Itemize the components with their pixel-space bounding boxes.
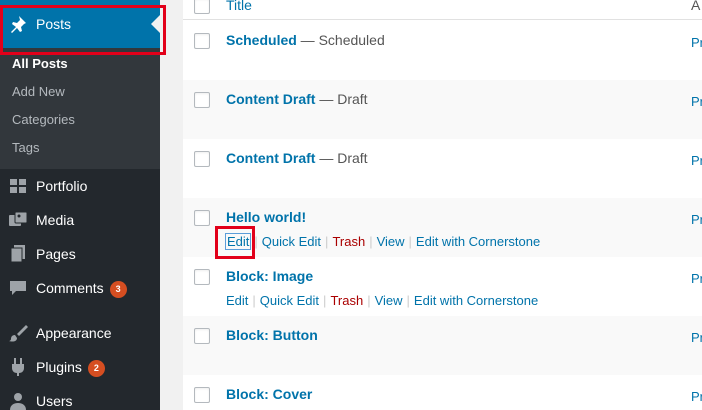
trash-link[interactable]: Trash: [332, 234, 365, 249]
submenu-all-posts[interactable]: All Posts: [12, 56, 68, 71]
post-title: Content Draft — Draft: [226, 91, 368, 107]
plugin-icon: [12, 358, 24, 376]
action-separator: |: [323, 293, 327, 308]
menu-users[interactable]: Users: [0, 384, 160, 410]
comments-count-badge: 3: [109, 281, 127, 298]
submenu-categories[interactable]: Categories: [12, 112, 75, 127]
post-author[interactable]: Pr: [691, 153, 702, 168]
comment-bubble-icon: [10, 281, 26, 295]
menu-comments-label: Comments 3: [36, 279, 127, 298]
table-row: Content Draft — Draft Pr: [183, 139, 702, 198]
action-separator: |: [325, 234, 329, 249]
table-row: Block: Button Pr: [183, 316, 702, 375]
posts-list-table: Title A Scheduled — Scheduled Pr Content…: [183, 0, 702, 410]
admin-sidebar: Posts All Posts Add New Categories Tags …: [0, 0, 160, 410]
row-checkbox[interactable]: [194, 269, 210, 285]
menu-pages[interactable]: Pages: [0, 237, 160, 271]
menu-portfolio[interactable]: Portfolio: [0, 169, 160, 203]
menu-comments[interactable]: Comments 3: [0, 271, 160, 305]
post-author[interactable]: Pr: [691, 330, 702, 345]
portfolio-icon: [10, 179, 26, 193]
post-author[interactable]: Pr: [691, 271, 702, 286]
post-author[interactable]: Pr: [691, 94, 702, 109]
table-row: Block: Cover Pr: [183, 375, 702, 410]
row-actions: Edit | Quick Edit | Trash | View | Edit with Cor…: [224, 233, 540, 250]
edit-with-cornerstone-link[interactable]: Edit with Cornerstone: [416, 234, 540, 249]
post-author[interactable]: Pr: [691, 212, 702, 227]
menu-posts-label: Posts: [36, 16, 72, 32]
action-separator: |: [367, 293, 371, 308]
menu-plugins-text: Plugins: [36, 359, 82, 375]
post-title: Block: Button: [226, 327, 318, 343]
pages-icon: [10, 245, 25, 263]
post-title: Block: Cover: [226, 386, 312, 402]
column-author-header[interactable]: A: [691, 0, 700, 13]
menu-posts[interactable]: Posts: [0, 0, 160, 48]
post-title: Hello world!: [226, 209, 306, 225]
menu-users-label: Users: [36, 393, 73, 409]
menu-media-label: Media: [36, 212, 75, 228]
submenu-add-new[interactable]: Add New: [12, 84, 65, 99]
posts-submenu: All Posts Add New Categories Tags: [0, 48, 160, 169]
menu-media[interactable]: Media: [0, 203, 160, 237]
select-all-checkbox[interactable]: [194, 0, 210, 14]
media-icon: [9, 211, 28, 226]
table-header: Title A: [183, 0, 702, 20]
pushpin-icon: [11, 16, 26, 33]
table-row: Scheduled — Scheduled Pr: [183, 21, 702, 80]
row-checkbox[interactable]: [194, 151, 210, 167]
menu-plugins[interactable]: Plugins 2: [0, 350, 160, 384]
current-menu-arrow: [151, 15, 160, 33]
quick-edit-link[interactable]: Quick Edit: [262, 234, 321, 249]
post-title-link[interactable]: Content Draft: [226, 150, 315, 166]
post-title-link[interactable]: Block: Button: [226, 327, 318, 343]
post-author[interactable]: Pr: [691, 389, 702, 404]
row-actions: Edit | Quick Edit | Trash | View | Edit with Cor…: [226, 293, 538, 308]
menu-appearance-label: Appearance: [36, 325, 112, 341]
row-checkbox[interactable]: [194, 210, 210, 226]
post-title: Scheduled — Scheduled: [226, 32, 385, 48]
menu-pages-label: Pages: [36, 246, 76, 262]
plugins-update-badge: 2: [87, 360, 105, 377]
edit-link[interactable]: Edit: [224, 233, 252, 250]
row-checkbox[interactable]: [194, 328, 210, 344]
table-row: Content Draft — Draft Pr: [183, 80, 702, 139]
view-link[interactable]: View: [377, 234, 405, 249]
column-title-header[interactable]: Title: [226, 0, 252, 13]
edit-with-cornerstone-link[interactable]: Edit with Cornerstone: [414, 293, 538, 308]
users-icon: [10, 393, 26, 410]
row-checkbox[interactable]: [194, 387, 210, 403]
paintbrush-icon: [9, 325, 28, 342]
post-title: Block: Image: [226, 268, 313, 284]
row-checkbox[interactable]: [194, 33, 210, 49]
post-title-link[interactable]: Content Draft: [226, 91, 315, 107]
post-title-link[interactable]: Block: Cover: [226, 386, 312, 402]
edit-link[interactable]: Edit: [226, 293, 248, 308]
trash-link[interactable]: Trash: [330, 293, 363, 308]
table-row: Hello world! Pr Edit | Quick Edit | Trash | Vi…: [183, 198, 702, 257]
post-state: — Draft: [315, 91, 368, 107]
post-title-link[interactable]: Scheduled: [226, 32, 297, 48]
action-separator: |: [408, 234, 412, 249]
menu-appearance[interactable]: Appearance: [0, 316, 160, 350]
post-state: — Draft: [315, 150, 368, 166]
action-separator: |: [254, 234, 258, 249]
menu-comments-text: Comments: [36, 280, 104, 296]
submenu-tags[interactable]: Tags: [12, 140, 39, 155]
action-separator: |: [252, 293, 256, 308]
post-title-link[interactable]: Block: Image: [226, 268, 313, 284]
action-separator: |: [369, 234, 373, 249]
view-link[interactable]: View: [375, 293, 403, 308]
post-author[interactable]: Pr: [691, 35, 702, 50]
post-title-link[interactable]: Hello world!: [226, 209, 306, 225]
quick-edit-link[interactable]: Quick Edit: [260, 293, 319, 308]
post-title: Content Draft — Draft: [226, 150, 368, 166]
menu-plugins-label: Plugins 2: [36, 358, 105, 377]
row-checkbox[interactable]: [194, 92, 210, 108]
action-separator: |: [406, 293, 410, 308]
menu-portfolio-label: Portfolio: [36, 178, 88, 194]
table-row: Block: Image Pr Edit | Quick Edit | Trash | Vi…: [183, 257, 702, 316]
post-state: — Scheduled: [296, 32, 385, 48]
